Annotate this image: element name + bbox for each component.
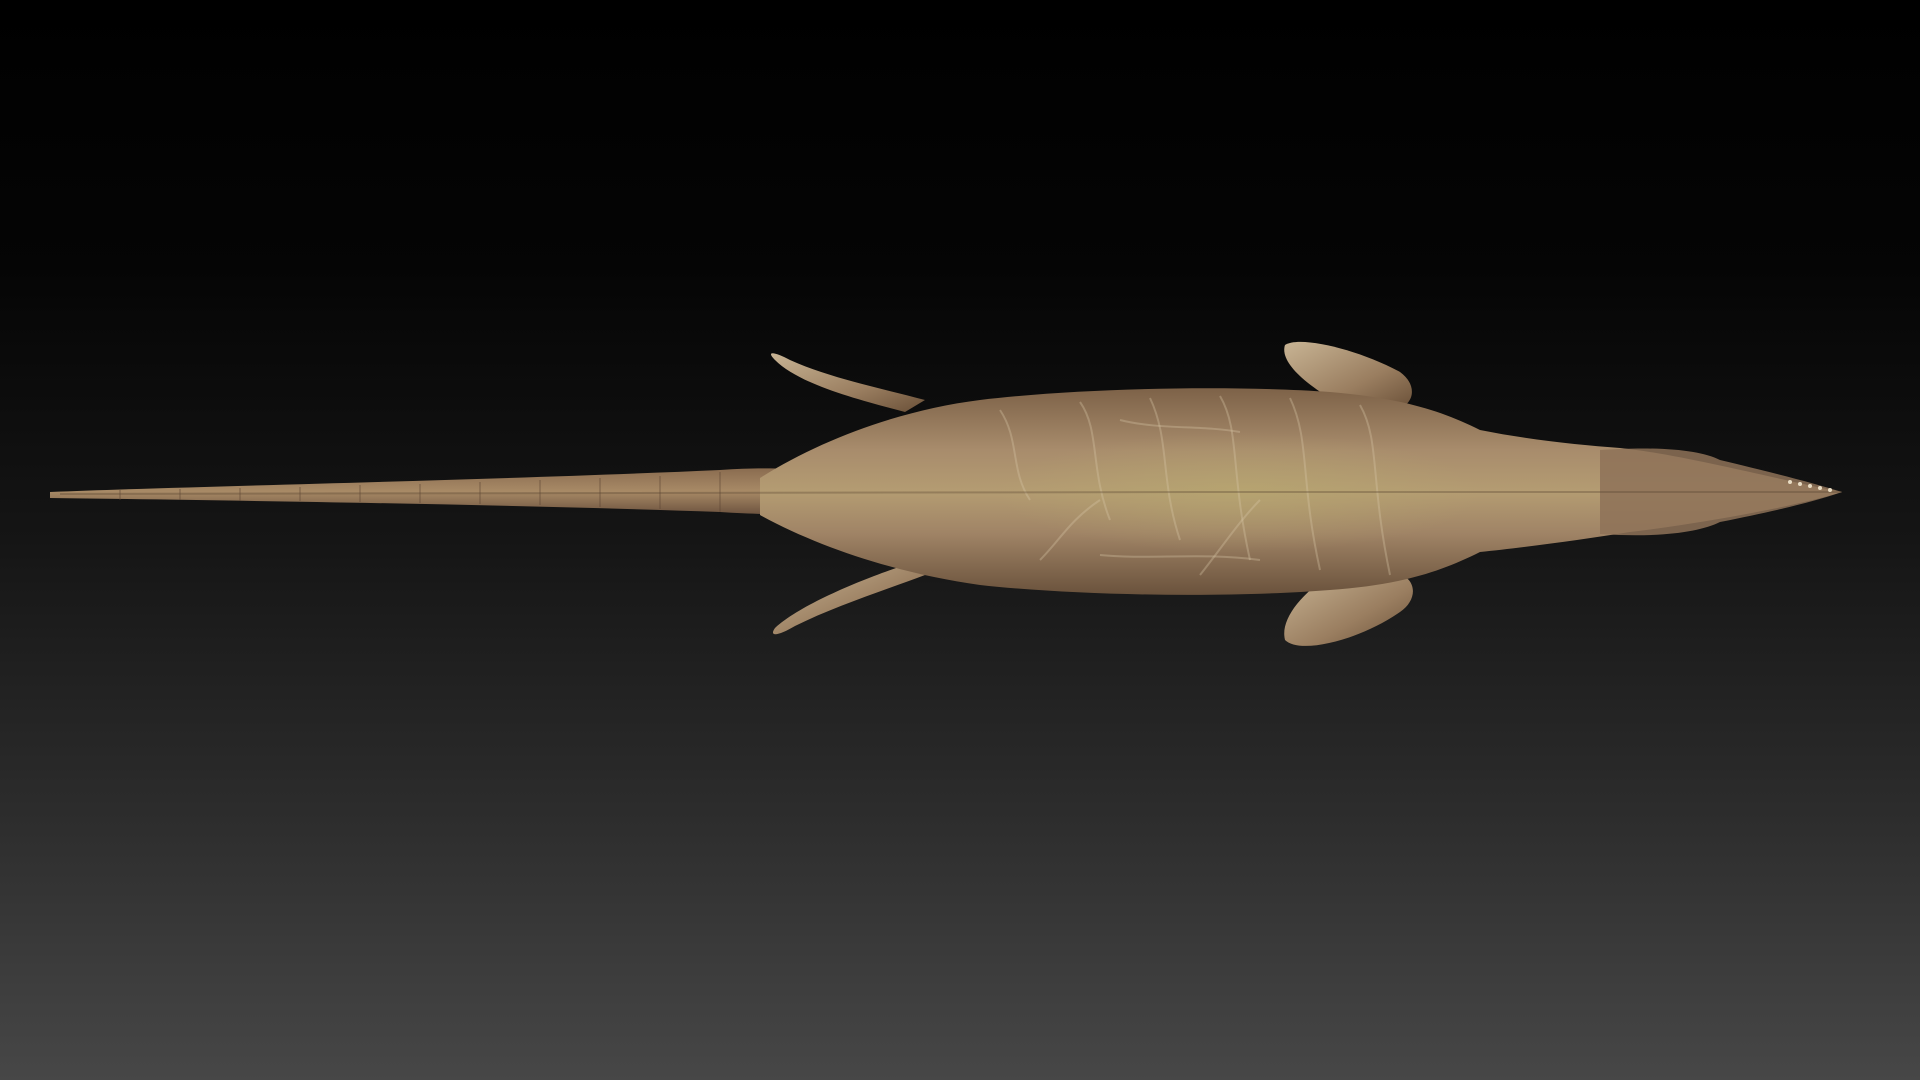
tail (50, 468, 840, 515)
rear-right-flipper (772, 565, 925, 635)
render-viewport (0, 0, 1920, 1080)
rear-left-flipper (770, 353, 925, 412)
creature-model-icon (50, 341, 1842, 646)
